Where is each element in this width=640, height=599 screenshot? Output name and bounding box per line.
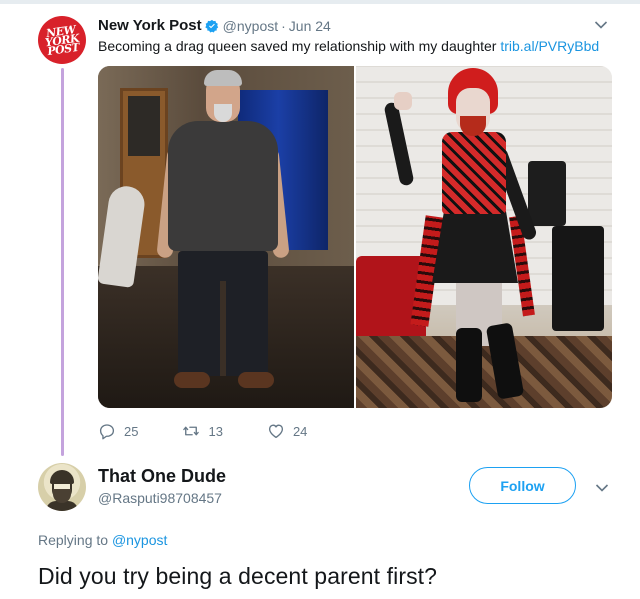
replying-prefix: Replying to xyxy=(38,532,109,548)
reply-author-handle[interactable]: @Rasputi98708457 xyxy=(98,490,222,506)
tweet-media[interactable] xyxy=(98,66,612,408)
nypost-logo: NEW YORK POST xyxy=(44,22,80,58)
photo-person-shoe xyxy=(238,372,274,388)
reply-count: 25 xyxy=(124,423,139,439)
reply-button[interactable]: 25 xyxy=(98,422,138,440)
thread-connector-line xyxy=(61,68,64,456)
verified-badge-icon xyxy=(204,19,218,32)
tweet-actions: 25 13 24 xyxy=(98,422,351,440)
photo-person-skirt xyxy=(432,211,518,283)
photo-speaker xyxy=(552,226,604,331)
reply-author-name[interactable]: That One Dude xyxy=(98,466,226,487)
photo-pants-gap xyxy=(220,281,226,376)
heart-icon xyxy=(268,424,283,439)
replying-to: Replying to @nypost xyxy=(38,532,167,548)
photo-daughter[interactable] xyxy=(356,66,612,408)
photo-person-shoe xyxy=(174,372,210,388)
retweet-button[interactable]: 13 xyxy=(182,422,223,440)
photo-person-shirt xyxy=(168,121,278,251)
tweet-text: Becoming a drag queen saved my relations… xyxy=(98,38,599,54)
avatar-hair xyxy=(50,470,74,484)
retweet-count: 13 xyxy=(208,423,223,439)
tweet-date[interactable]: Jun 24 xyxy=(289,18,331,34)
photo-rug xyxy=(356,336,612,408)
chevron-down-icon[interactable] xyxy=(595,483,609,493)
reply-icon xyxy=(99,424,115,440)
photo-person-beard xyxy=(214,104,232,122)
photo-person-hand xyxy=(394,92,412,110)
tweet-header: New York Post @nypost · Jun 24 xyxy=(98,17,331,34)
tweet-body: Becoming a drag queen saved my relations… xyxy=(98,38,497,54)
retweet-icon xyxy=(183,426,200,436)
like-button[interactable]: 24 xyxy=(267,422,307,440)
replying-to-handle[interactable]: @nypost xyxy=(112,532,167,548)
author-handle[interactable]: @nypost xyxy=(223,18,278,34)
author-name[interactable]: New York Post xyxy=(98,17,202,34)
photo-door-window xyxy=(128,96,160,156)
nypost-avatar[interactable]: NEW YORK POST xyxy=(38,16,86,64)
top-divider xyxy=(0,0,640,4)
like-count: 24 xyxy=(292,423,308,439)
chevron-down-icon[interactable] xyxy=(594,20,608,30)
photo-person-hair xyxy=(204,70,242,86)
photo-father[interactable] xyxy=(98,66,354,408)
reply-text: Did you try being a decent parent first? xyxy=(38,563,438,589)
that-one-dude-avatar[interactable] xyxy=(38,463,86,511)
photo-person-corset xyxy=(442,132,506,214)
photo-person-boot xyxy=(456,328,482,402)
photo-speaker xyxy=(528,161,566,226)
separator-dot: · xyxy=(281,17,286,34)
follow-button[interactable]: Follow xyxy=(469,467,576,504)
tweet-link[interactable]: trib.al/PVRyBbd xyxy=(500,38,599,54)
